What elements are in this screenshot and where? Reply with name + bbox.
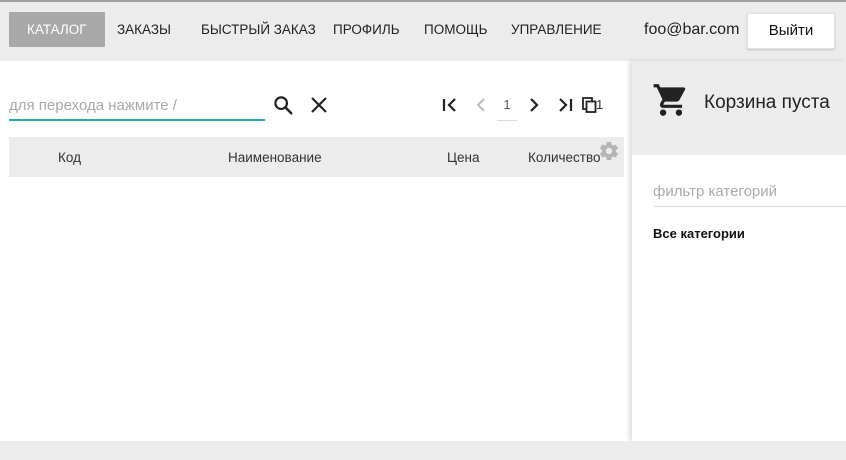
logout-button[interactable]: Выйти xyxy=(747,13,835,49)
column-quantity[interactable]: Количество xyxy=(528,150,601,165)
footer-bar xyxy=(0,441,846,460)
top-navbar: КАТАЛОГ ЗАКАЗЫ БЫСТРЫЙ ЗАКАЗ ПРОФИЛЬ ПОМ… xyxy=(0,0,846,61)
catalog-main: 1 1 Код Наименование Цена Количество xyxy=(0,61,632,441)
nav-help[interactable]: ПОМОЩЬ xyxy=(424,12,487,47)
nav-orders[interactable]: ЗАКАЗЫ xyxy=(117,12,171,47)
cart-panel: Корзина пуста Все категории xyxy=(632,61,846,441)
cart-icon xyxy=(652,81,690,124)
first-page-icon[interactable] xyxy=(441,97,459,118)
total-pages: 1 xyxy=(596,97,604,112)
cart-header[interactable]: Корзина пуста xyxy=(632,61,846,155)
prev-page-icon[interactable] xyxy=(475,97,487,118)
category-filter-input[interactable] xyxy=(653,177,846,207)
current-page[interactable]: 1 xyxy=(497,91,517,121)
column-name[interactable]: Наименование xyxy=(228,150,322,165)
nav-profile[interactable]: ПРОФИЛЬ xyxy=(333,12,400,47)
nav-catalog[interactable]: КАТАЛОГ xyxy=(9,12,105,47)
column-price[interactable]: Цена xyxy=(447,150,479,165)
search-icon[interactable] xyxy=(272,94,294,121)
gear-icon[interactable] xyxy=(598,140,620,167)
nav-quick-order[interactable]: БЫСТРЫЙ ЗАКАЗ xyxy=(201,12,316,47)
category-all[interactable]: Все категории xyxy=(653,226,745,241)
search-input[interactable] xyxy=(9,91,265,121)
column-code[interactable]: Код xyxy=(58,150,81,165)
next-page-icon[interactable] xyxy=(528,97,540,118)
nav-management[interactable]: УПРАВЛЕНИЕ xyxy=(511,12,602,47)
copy-pages-icon xyxy=(582,97,597,118)
user-email: foo@bar.com xyxy=(644,21,740,38)
cart-status: Корзина пуста xyxy=(704,92,830,113)
clear-icon[interactable] xyxy=(310,96,328,119)
last-page-icon[interactable] xyxy=(557,97,575,118)
table-header: Код Наименование Цена Количество xyxy=(9,137,624,177)
